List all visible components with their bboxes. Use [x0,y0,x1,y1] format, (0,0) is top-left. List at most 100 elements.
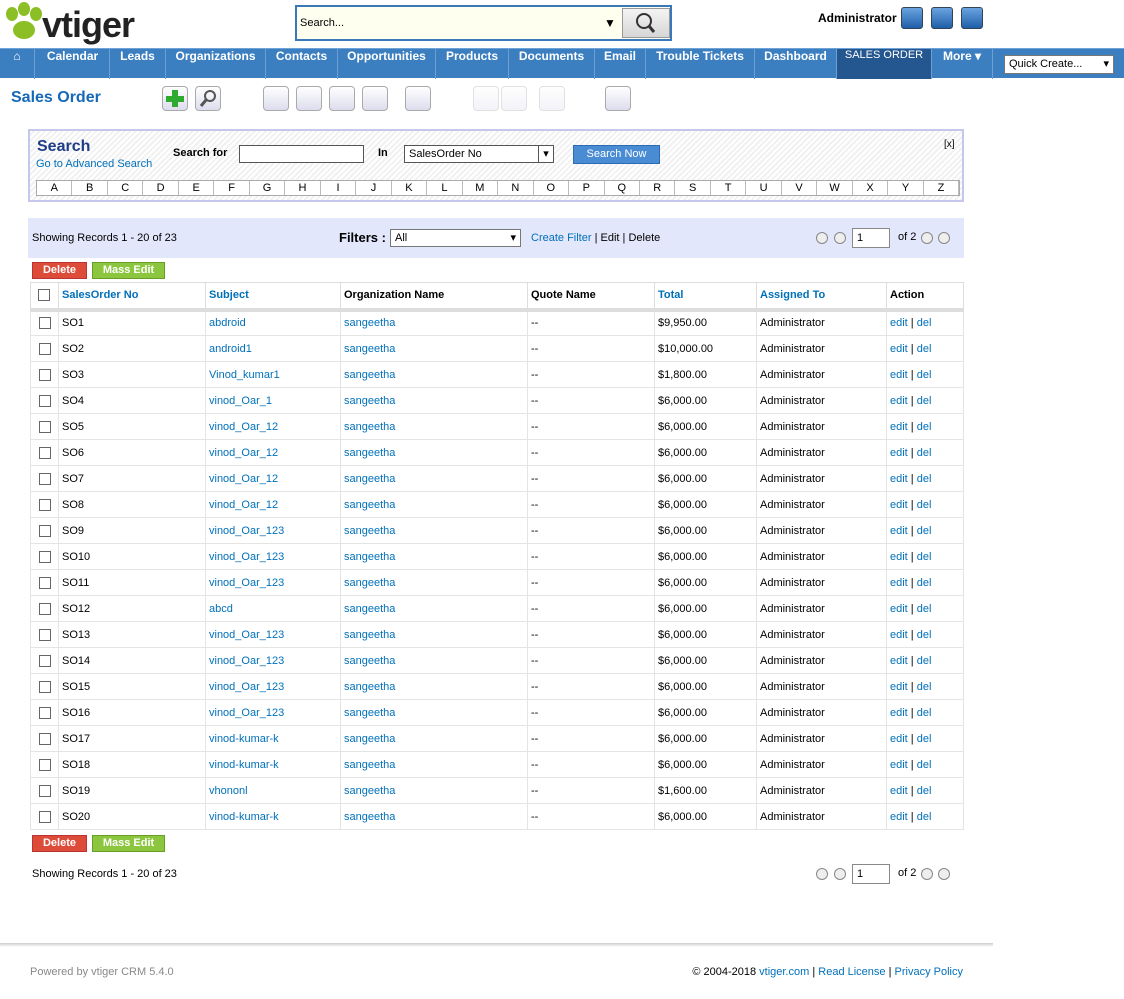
alpha-letter-i[interactable]: I [321,181,357,195]
organization-name-link[interactable]: sangeetha [344,681,395,693]
read-license-link[interactable]: Read License [818,966,885,978]
row-edit-link[interactable]: edit [890,811,908,823]
organization-name-link[interactable]: sangeetha [344,785,395,797]
organization-name-link[interactable]: sangeetha [344,551,395,563]
row-delete-link[interactable]: del [917,343,932,355]
search-records-icon[interactable] [195,86,221,111]
alpha-letter-q[interactable]: Q [605,181,640,195]
row-edit-link[interactable]: edit [890,733,908,745]
calculator-icon[interactable] [329,86,355,111]
row-checkbox[interactable] [39,317,51,330]
row-delete-link[interactable]: del [917,395,932,407]
row-checkbox[interactable] [39,680,51,693]
row-edit-link[interactable]: edit [890,421,908,433]
row-delete-link[interactable]: del [917,811,932,823]
row-edit-link[interactable]: edit [890,525,908,537]
row-edit-link[interactable]: edit [890,785,908,797]
organization-name-link[interactable]: sangeetha [344,421,395,433]
subject-link[interactable]: vinod_Oar_12 [209,447,278,459]
advanced-search-link[interactable]: Go to Advanced Search [36,158,152,170]
edit-filter-link[interactable]: Edit [601,232,620,244]
row-checkbox[interactable] [39,368,51,381]
next-page-icon[interactable] [921,868,933,880]
last-page-icon[interactable] [938,232,950,244]
row-edit-link[interactable]: edit [890,317,908,329]
alpha-letter-n[interactable]: N [498,181,534,195]
page-input[interactable]: 1 [852,228,890,248]
nav-documents[interactable]: Documents [509,49,595,79]
alpha-letter-w[interactable]: W [817,181,853,195]
organization-name-link[interactable]: sangeetha [344,473,395,485]
nav-calendar[interactable]: Calendar [36,49,110,79]
row-checkbox[interactable] [39,420,51,433]
row-delete-link[interactable]: del [917,369,932,381]
row-checkbox[interactable] [39,628,51,641]
organization-name-link[interactable]: sangeetha [344,447,395,459]
module-title[interactable]: Sales Order [11,89,101,107]
search-in-select[interactable]: SalesOrder No ▾ [404,145,554,163]
search-now-button[interactable]: Search Now [573,145,660,164]
alpha-letter-a[interactable]: A [37,181,73,195]
row-checkbox[interactable] [39,602,51,615]
row-edit-link[interactable]: edit [890,759,908,771]
subject-link[interactable]: vinod_Oar_12 [209,421,278,433]
row-checkbox[interactable] [39,576,51,589]
alpha-letter-z[interactable]: Z [924,181,960,195]
clipboard-icon[interactable] [405,86,431,111]
alpha-letter-m[interactable]: M [463,181,499,195]
prev-page-icon[interactable] [834,232,846,244]
row-edit-link[interactable]: edit [890,655,908,667]
row-checkbox[interactable] [39,706,51,719]
prev-page-icon[interactable] [834,868,846,880]
search-dropdown-icon[interactable]: ▼ [604,16,616,30]
nav-leads[interactable]: Leads [110,49,166,79]
row-delete-link[interactable]: del [917,577,932,589]
organization-name-link[interactable]: sangeetha [344,395,395,407]
row-edit-link[interactable]: edit [890,577,908,589]
header-salesorder-no[interactable]: SalesOrder No [58,282,206,312]
row-checkbox[interactable] [39,524,51,537]
organization-name-link[interactable]: sangeetha [344,499,395,511]
subject-link[interactable]: vinod_Oar_1 [209,395,272,407]
vtiger-logo[interactable]: vtiger [2,2,167,46]
row-edit-link[interactable]: edit [890,343,908,355]
subject-link[interactable]: vinod-kumar-k [209,733,279,745]
filter-select[interactable]: All ▾ [390,229,521,247]
mass-edit-button-bottom[interactable]: Mass Edit [92,835,165,852]
organization-name-link[interactable]: sangeetha [344,707,395,719]
last-page-icon[interactable] [938,868,950,880]
row-delete-link[interactable]: del [917,317,932,329]
subject-link[interactable]: android1 [209,343,252,355]
alpha-letter-s[interactable]: S [675,181,711,195]
subject-link[interactable]: abdroid [209,317,246,329]
alpha-letter-l[interactable]: L [427,181,463,195]
page-input[interactable]: 1 [852,864,890,884]
chat-icon[interactable] [362,86,388,111]
alpha-letter-y[interactable]: Y [888,181,924,195]
row-delete-link[interactable]: del [917,629,932,641]
row-checkbox[interactable] [39,784,51,797]
row-edit-link[interactable]: edit [890,395,908,407]
delete-button-bottom[interactable]: Delete [32,835,87,852]
quick-create-select[interactable]: Quick Create... ▾ [1004,55,1114,74]
subject-link[interactable]: vinod_Oar_123 [209,629,284,641]
nav-contacts[interactable]: Contacts [266,49,338,79]
calendar-icon[interactable] [263,86,289,111]
organization-name-link[interactable]: sangeetha [344,317,395,329]
nav-trouble-tickets[interactable]: Trouble Tickets [646,49,755,79]
organization-name-link[interactable]: sangeetha [344,759,395,771]
nav-email[interactable]: Email [595,49,646,79]
alpha-letter-f[interactable]: F [214,181,250,195]
organization-name-link[interactable]: sangeetha [344,733,395,745]
header-assigned-to[interactable]: Assigned To [756,282,887,312]
subject-link[interactable]: vinod_Oar_123 [209,551,284,563]
delete-filter-link[interactable]: Delete [628,232,660,244]
nav-organizations[interactable]: Organizations [166,49,266,79]
next-page-icon[interactable] [921,232,933,244]
vtiger-link[interactable]: vtiger.com [759,966,809,978]
clock-icon[interactable] [296,86,322,111]
row-edit-link[interactable]: edit [890,629,908,641]
organization-name-link[interactable]: sangeetha [344,343,395,355]
alpha-letter-o[interactable]: O [534,181,570,195]
create-filter-link[interactable]: Create Filter [531,232,592,244]
